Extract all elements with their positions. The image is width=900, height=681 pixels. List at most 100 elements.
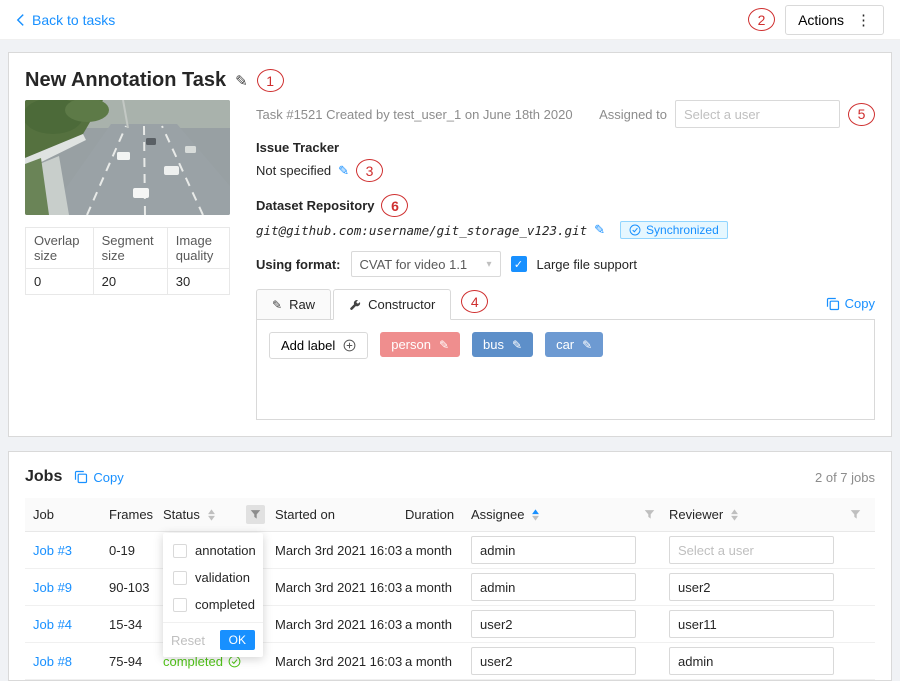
job-reviewer-cell [669,647,875,675]
checkbox-unchecked[interactable] [173,544,187,558]
job-reviewer-input[interactable] [669,573,834,601]
job-assignee-input[interactable] [471,573,636,601]
format-select-value: CVAT for video 1.1 [360,257,468,272]
job-assignee-input[interactable] [471,610,636,638]
actions-button[interactable]: Actions ⋮ [785,5,884,35]
job-assignee-cell [471,610,669,638]
filter-option-completed[interactable]: completed [163,591,263,618]
edit-issue-tracker-icon[interactable]: ✎ [338,163,349,179]
jobs-card: Jobs Copy 2 of 7 jobs Job Frames Status … [8,451,892,681]
issue-tracker-value: Not specified [256,163,331,178]
filter-assignee-icon[interactable] [640,505,659,524]
jobs-count: 2 of 7 jobs [815,470,875,485]
job-link[interactable]: Job #9 [25,580,109,595]
sort-assignee-icon[interactable] [531,509,540,521]
tab-constructor[interactable]: Constructor [333,289,451,320]
filter-status-icon[interactable] [246,505,265,524]
annotation-circle-6: 6 [381,194,408,217]
task-preview-image [25,100,230,215]
filter-footer: Reset OK [163,622,263,657]
edit-label-icon[interactable]: ✎ [512,338,522,352]
issue-tracker-label: Issue Tracker [256,140,339,155]
copy-icon [826,297,840,311]
param-header-quality: Image quality [167,228,229,269]
tab-constructor-label: Constructor [368,297,435,312]
job-duration: a month [405,654,471,669]
param-value-quality: 30 [167,269,229,295]
annotation-circle-5: 5 [848,103,875,126]
filter-option-label: annotation [195,543,256,558]
format-select[interactable]: CVAT for video 1.1 ▾ [351,251,501,277]
edit-label-icon[interactable]: ✎ [439,338,449,352]
pencil-icon: ✎ [272,298,282,312]
filter-option-annotation[interactable]: annotation [163,537,263,564]
label-tag-car[interactable]: car ✎ [545,332,603,357]
table-row: Job #3 0-19 March 3rd 2021 16:03 a month [25,532,875,569]
back-label: Back to tasks [32,12,115,28]
job-link[interactable]: Job #4 [25,617,109,632]
label-tag-person[interactable]: person ✎ [380,332,460,357]
checkbox-unchecked[interactable] [173,571,187,585]
col-reviewer-label[interactable]: Reviewer [669,507,723,522]
job-assignee-cell [471,536,669,564]
param-value-overlap: 0 [26,269,94,295]
sort-status-icon[interactable] [207,509,216,521]
job-assignee-cell [471,647,669,675]
labels-copy-button[interactable]: Copy [826,296,875,319]
label-name: person [391,337,431,352]
checkbox-unchecked[interactable] [173,598,187,612]
add-label-button[interactable]: Add label [269,332,368,359]
col-status-label[interactable]: Status [163,507,200,522]
filter-option-validation[interactable]: validation [163,564,263,591]
sync-status-label: Synchronized [646,223,719,237]
task-assignee-input[interactable] [675,100,840,128]
tab-raw[interactable]: ✎ Raw [256,289,331,320]
filter-ok-button[interactable]: OK [220,630,255,650]
job-duration: a month [405,617,471,632]
job-reviewer-input[interactable] [669,536,834,564]
status-filter-dropdown: annotation validation completed Reset OK [163,533,263,657]
job-link[interactable]: Job #3 [25,543,109,558]
job-started: March 3rd 2021 16:03 [275,617,405,632]
job-frames: 15-34 [109,617,163,632]
annotation-circle-1: 1 [257,69,284,92]
job-reviewer-input[interactable] [669,647,834,675]
assigned-to-label: Assigned to [599,107,667,122]
table-row: Job #4 15-34 March 3rd 2021 16:03 a mont… [25,606,875,643]
edit-label-icon[interactable]: ✎ [582,338,592,352]
col-assignee-label[interactable]: Assignee [471,507,524,522]
job-started: March 3rd 2021 16:03 [275,654,405,669]
label-tag-bus[interactable]: bus ✎ [472,332,533,357]
job-link[interactable]: Job #8 [25,654,109,669]
task-content: Overlap size Segment size Image quality … [25,100,875,420]
col-assignee: Assignee [471,505,669,524]
filter-option-label: validation [195,570,250,585]
job-reviewer-input[interactable] [669,610,834,638]
col-status: Status [163,505,275,524]
jobs-table: Job Frames Status Started on Duration As… [25,498,875,680]
sync-status-badge: Synchronized [620,221,728,239]
jobs-copy-button[interactable]: Copy [74,470,123,485]
sort-reviewer-icon[interactable] [730,509,739,521]
assigned-to-group: Assigned to 5 [599,100,875,128]
job-started: March 3rd 2021 16:03 [275,543,405,558]
task-title-row: New Annotation Task ✎ 1 [25,69,875,92]
edit-repository-icon[interactable]: ✎ [594,222,605,238]
job-assignee-input[interactable] [471,536,636,564]
dataset-repository-line: git@github.com:username/git_storage_v123… [256,221,875,239]
topbar-right: 2 Actions ⋮ [748,5,884,35]
filter-reset-button[interactable]: Reset [171,633,205,648]
back-to-tasks-link[interactable]: Back to tasks [16,12,115,28]
param-header-segment: Segment size [93,228,167,269]
task-meta-row: Task #1521 Created by test_user_1 on Jun… [256,100,875,128]
topbar: Back to tasks 2 Actions ⋮ [0,0,900,40]
task-card: New Annotation Task ✎ 1 [8,52,892,437]
job-frames: 0-19 [109,543,163,558]
edit-title-icon[interactable]: ✎ [235,72,248,90]
large-file-checkbox[interactable]: ✓ [511,256,527,272]
add-label-text: Add label [281,338,335,353]
task-meta: Task #1521 Created by test_user_1 on Jun… [256,107,573,122]
label-name: bus [483,337,504,352]
job-assignee-input[interactable] [471,647,636,675]
filter-reviewer-icon[interactable] [846,505,865,524]
